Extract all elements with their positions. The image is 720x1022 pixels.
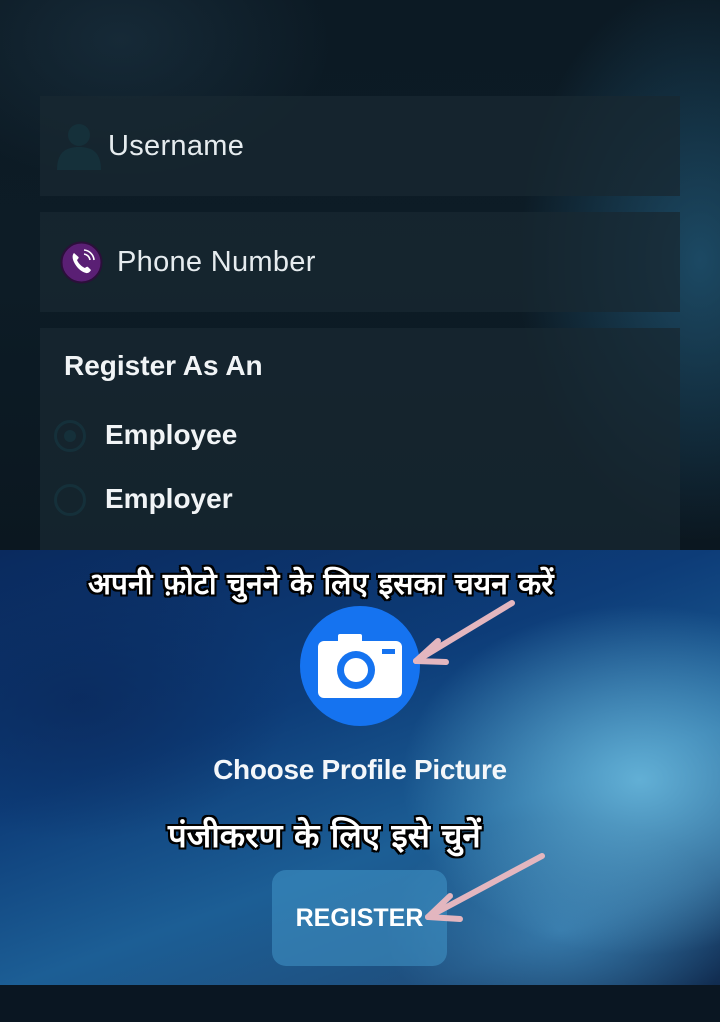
radio-label-employee[interactable]: Employee xyxy=(105,419,237,451)
bottom-strip xyxy=(0,985,720,1022)
phone-icon xyxy=(60,241,103,284)
radio-employee[interactable] xyxy=(54,420,86,452)
username-input[interactable]: Username xyxy=(108,130,244,163)
phone-input[interactable]: Phone Number xyxy=(117,246,316,279)
radio-employer[interactable] xyxy=(54,484,86,516)
radio-selected-dot xyxy=(64,430,76,442)
photo-hint-annotation: अपनी फ़ोटो चुनने के लिए इसका चयन करें xyxy=(88,567,554,602)
register-button[interactable]: REGISTER xyxy=(272,870,447,966)
camera-icon xyxy=(318,634,402,698)
register-hint-annotation: पंजीकरण के लिए इसे चुनें xyxy=(168,816,481,855)
choose-profile-label: Choose Profile Picture xyxy=(213,754,507,785)
radio-label-employer[interactable]: Employer xyxy=(105,483,233,515)
user-icon xyxy=(57,124,101,170)
role-heading: Register As An xyxy=(64,350,263,381)
